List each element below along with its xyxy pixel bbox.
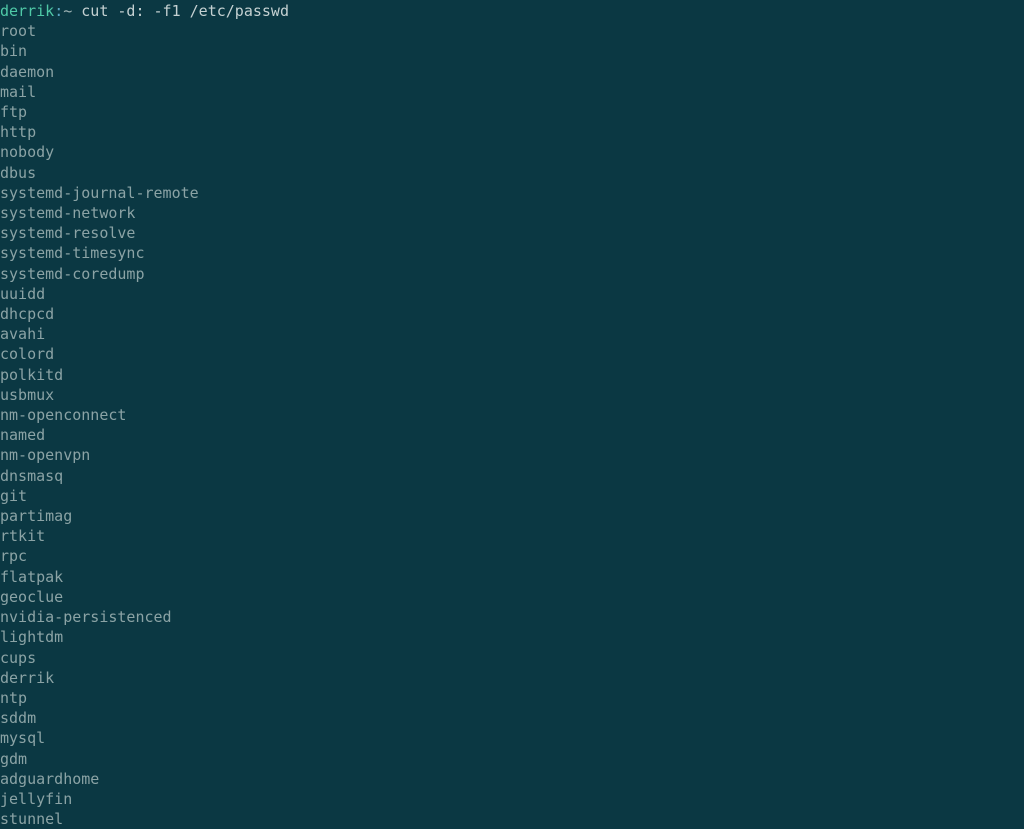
prompt-separator: :	[54, 2, 63, 20]
output-line: mail	[0, 83, 36, 101]
output-line: derrik	[0, 669, 54, 687]
output-line: nm-openvpn	[0, 446, 90, 464]
output-line: colord	[0, 345, 54, 363]
output-line: systemd-timesync	[0, 244, 145, 262]
output-line: stunnel	[0, 810, 63, 828]
output-line: nobody	[0, 143, 54, 161]
output-line: dhcpcd	[0, 305, 54, 323]
output-line: daemon	[0, 63, 54, 81]
output-line: nvidia-persistenced	[0, 608, 172, 626]
output-line: geoclue	[0, 588, 63, 606]
output-line: rtkit	[0, 527, 45, 545]
output-line: ftp	[0, 103, 27, 121]
output-line: dnsmasq	[0, 467, 63, 485]
output-line: systemd-journal-remote	[0, 184, 199, 202]
output-line: lightdm	[0, 628, 63, 646]
prompt-path: ~	[63, 2, 72, 20]
output-line: systemd-resolve	[0, 224, 135, 242]
output-line: named	[0, 426, 45, 444]
output-line: nm-openconnect	[0, 406, 126, 424]
output-line: ntp	[0, 689, 27, 707]
prompt-user: derrik	[0, 2, 54, 20]
output-line: partimag	[0, 507, 72, 525]
output-line: usbmux	[0, 386, 54, 404]
output-line: http	[0, 123, 36, 141]
output-line: jellyfin	[0, 790, 72, 808]
output-line: mysql	[0, 729, 45, 747]
output-line: rpc	[0, 547, 27, 565]
output-line: uuidd	[0, 285, 45, 303]
output-line: sddm	[0, 709, 36, 727]
output-line: flatpak	[0, 568, 63, 586]
output-line: avahi	[0, 325, 45, 343]
output-line: root	[0, 22, 36, 40]
output-line: adguardhome	[0, 770, 99, 788]
output-line: git	[0, 487, 27, 505]
terminal-output[interactable]: derrik:~ cut -d: -f1 /etc/passwd root bi…	[0, 1, 1024, 829]
output-line: bin	[0, 42, 27, 60]
output-line: polkitd	[0, 366, 63, 384]
output-line: systemd-network	[0, 204, 135, 222]
output-line: cups	[0, 649, 36, 667]
output-line: systemd-coredump	[0, 265, 145, 283]
output-line: gdm	[0, 750, 27, 768]
command-text: cut -d: -f1 /etc/passwd	[81, 2, 289, 20]
output-line: dbus	[0, 164, 36, 182]
